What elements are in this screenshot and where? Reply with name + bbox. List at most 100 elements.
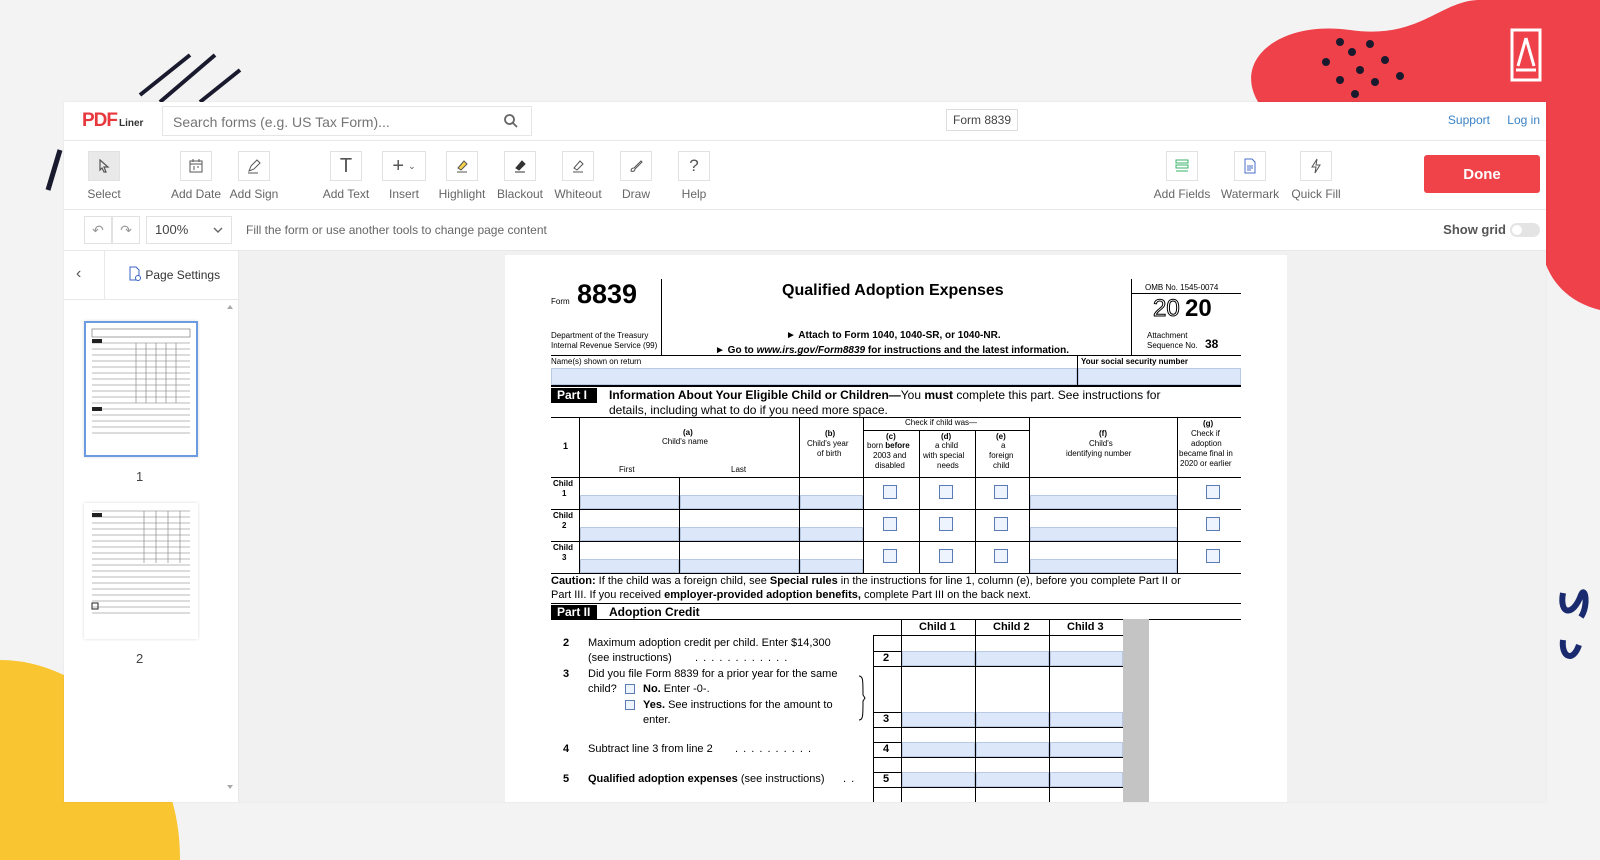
sequence-number: 38: [1205, 337, 1219, 351]
line-3-child-3-field[interactable]: [1050, 712, 1123, 727]
cursor-icon: [99, 159, 110, 173]
help-tool[interactable]: ? Help: [664, 151, 724, 201]
page-preview: [91, 510, 190, 614]
line-3-no-checkbox[interactable]: [625, 684, 635, 694]
col-e-letter: (e): [996, 432, 1006, 441]
divider: [551, 355, 1241, 356]
col-e-header-3: child: [993, 461, 1010, 470]
line-5-number: 5: [563, 773, 570, 785]
form-number: 8839: [577, 279, 638, 309]
child-2-special-needs-checkbox[interactable]: [939, 517, 953, 531]
line-5-child-2-field[interactable]: [976, 772, 1049, 787]
zoom-select[interactable]: 100%: [146, 216, 232, 244]
sidebar-scrollbar[interactable]: [224, 303, 236, 793]
child-3-id-number-field[interactable]: [1030, 559, 1177, 573]
child-1-final-checkbox[interactable]: [1206, 485, 1220, 499]
child-2-column-header: Child 2: [993, 621, 1030, 633]
login-link[interactable]: Log in: [1507, 113, 1540, 127]
child-3-final-checkbox[interactable]: [1206, 549, 1220, 563]
line-3-no-option: No. Enter -0-.: [643, 683, 710, 695]
chevron-left-icon[interactable]: ‹: [76, 265, 81, 283]
line-2-child-3-field[interactable]: [1050, 651, 1123, 666]
line-5-box-number: 5: [883, 773, 890, 785]
add-fields-tool[interactable]: Add Fields: [1152, 151, 1212, 201]
line-5-child-3-field[interactable]: [1050, 772, 1123, 787]
pdfliner-logo[interactable]: PDF Liner: [82, 110, 143, 132]
caution-bold: employer-provided adoption benefits,: [664, 589, 861, 601]
done-button[interactable]: Done: [1424, 155, 1540, 193]
child-1-birth-year-field[interactable]: [800, 495, 863, 509]
yes-text: See instructions for the amount to: [665, 699, 833, 711]
child-3-first-name-field[interactable]: [580, 559, 679, 573]
line-3-child-1-field[interactable]: [902, 712, 975, 727]
page-thumbnail-2[interactable]: [84, 503, 198, 639]
form-page-1: Form 8839 Department of the Treasury Int…: [505, 255, 1287, 802]
show-grid-toggle[interactable]: [1510, 223, 1540, 237]
divider: [551, 385, 1241, 387]
col-c-text: born: [867, 441, 886, 450]
child-3-special-needs-checkbox[interactable]: [939, 549, 953, 563]
child-3-birth-year-field[interactable]: [800, 559, 863, 573]
child-3-foreign-checkbox[interactable]: [994, 549, 1008, 563]
child-1-special-needs-checkbox[interactable]: [939, 485, 953, 499]
col-g-header-4: 2020 or earlier: [1180, 459, 1232, 468]
page-settings-icon: [129, 266, 141, 281]
col-c-header-2: 2003 and: [873, 451, 907, 460]
child-2-last-name-field[interactable]: [680, 527, 799, 541]
child-row-number: 1: [562, 489, 567, 498]
omb-number: OMB No. 1545-0074: [1145, 283, 1219, 292]
page-settings-button[interactable]: Page Settings: [128, 266, 220, 282]
line-4-child-2-field[interactable]: [976, 742, 1049, 757]
child-2-id-number-field[interactable]: [1030, 527, 1177, 541]
child-3-last-name-field[interactable]: [680, 559, 799, 573]
col-first-header: First: [619, 465, 635, 474]
support-link[interactable]: Support: [1448, 113, 1490, 127]
caution-line-1: Caution: If the child was a foreign chil…: [551, 575, 1181, 587]
line-2-child-2-field[interactable]: [976, 651, 1049, 666]
search-icon[interactable]: [503, 113, 519, 129]
child-2-final-checkbox[interactable]: [1206, 517, 1220, 531]
name-field[interactable]: [551, 368, 1077, 385]
add-text-tool[interactable]: T Add Text: [316, 151, 376, 201]
highlight-tool[interactable]: Highlight: [432, 151, 492, 201]
child-3-disabled-checkbox[interactable]: [883, 549, 897, 563]
line-3-yes-checkbox[interactable]: [625, 700, 635, 710]
attach-instruction: ► Attach to Form 1040, 1040-SR, or 1040-…: [786, 330, 1001, 341]
chevron-down-icon: [213, 227, 223, 233]
blackout-tool[interactable]: Blackout: [490, 151, 550, 201]
add-sign-tool[interactable]: Add Sign: [224, 151, 284, 201]
line-3-child-2-field[interactable]: [976, 712, 1049, 727]
line-1-number: 1: [563, 441, 569, 451]
redo-button[interactable]: ↷: [112, 216, 140, 244]
child-1-disabled-checkbox[interactable]: [883, 485, 897, 499]
child-1-foreign-checkbox[interactable]: [994, 485, 1008, 499]
watermark-tool[interactable]: Watermark: [1220, 151, 1280, 201]
insert-tool[interactable]: + ⌄ Insert: [374, 151, 434, 201]
child-1-id-number-field[interactable]: [1030, 495, 1177, 509]
col-a-header: Child's name: [662, 437, 708, 446]
sidebar-header: ‹ Page Settings: [64, 251, 238, 300]
line-4-child-1-field[interactable]: [902, 742, 975, 757]
child-row-number: 3: [562, 553, 567, 562]
draw-tool[interactable]: Draw: [606, 151, 666, 201]
line-4-child-3-field[interactable]: [1050, 742, 1123, 757]
child-2-first-name-field[interactable]: [580, 527, 679, 541]
child-1-last-name-field[interactable]: [680, 495, 799, 509]
child-2-disabled-checkbox[interactable]: [883, 517, 897, 531]
ssn-field[interactable]: [1078, 368, 1241, 385]
child-2-birth-year-field[interactable]: [800, 527, 863, 541]
calendar-icon: [189, 159, 203, 173]
undo-button[interactable]: ↶: [84, 216, 112, 244]
select-tool[interactable]: Select: [74, 151, 134, 201]
child-1-first-name-field[interactable]: [580, 495, 679, 509]
page-thumbnail-1[interactable]: [84, 321, 198, 457]
line-2-child-1-field[interactable]: [902, 651, 975, 666]
child-2-foreign-checkbox[interactable]: [994, 517, 1008, 531]
form-name-badge: Form 8839: [946, 109, 1019, 131]
line-3-box-number: 3: [883, 713, 890, 725]
line-5-child-1-field[interactable]: [902, 772, 975, 787]
add-date-tool[interactable]: Add Date: [166, 151, 226, 201]
search-input[interactable]: [171, 108, 495, 136]
quick-fill-tool[interactable]: Quick Fill: [1286, 151, 1346, 201]
whiteout-tool[interactable]: Whiteout: [548, 151, 608, 201]
